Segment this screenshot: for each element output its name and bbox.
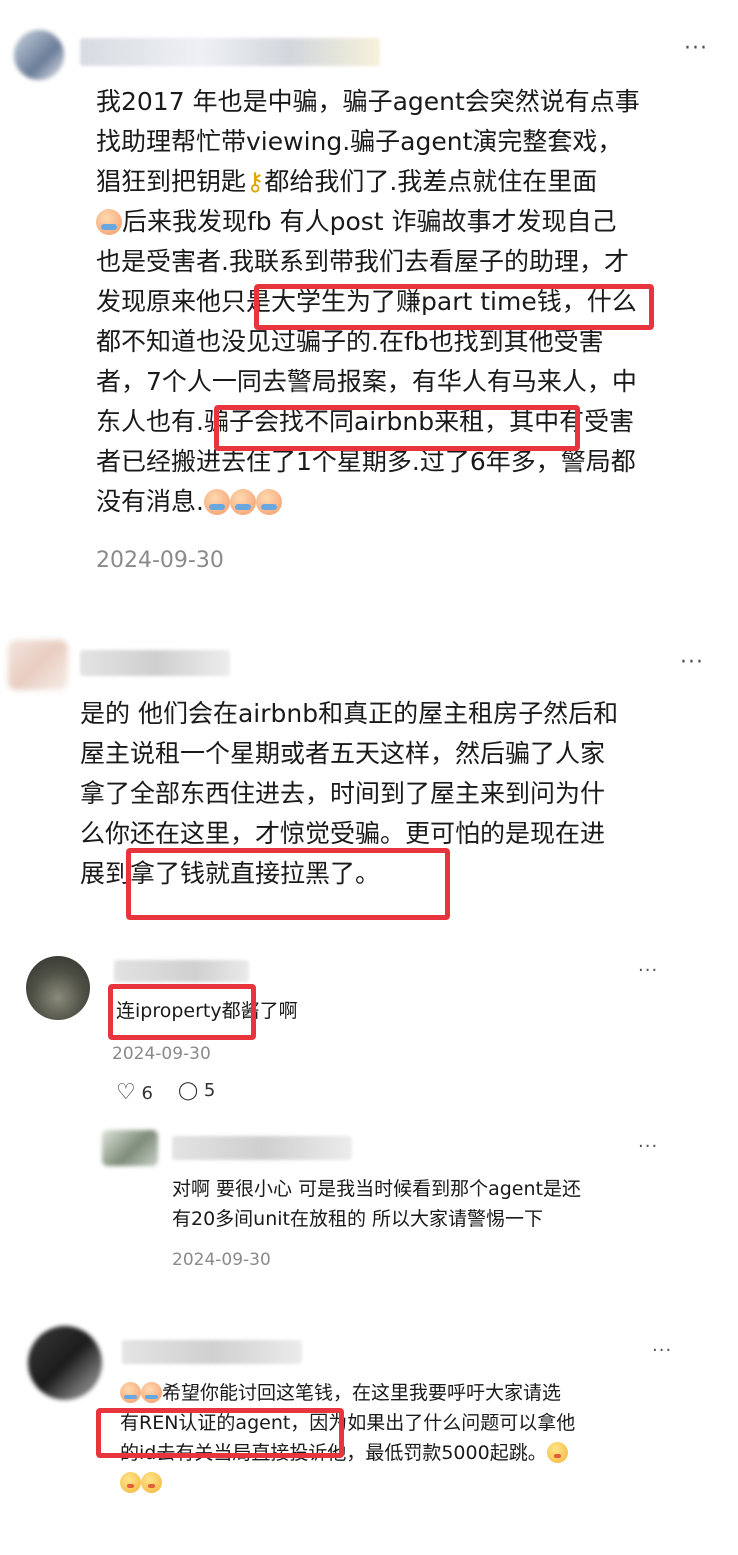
username-blurred[interactable]: [80, 38, 380, 66]
comment-bubble-icon: ◯: [178, 1080, 199, 1101]
like-button[interactable]: ♡ 6: [116, 1080, 153, 1105]
shocked-face-emoji-icon: [546, 1442, 568, 1463]
reply-date: 2024-09-30: [112, 1044, 211, 1064]
key-emoji-icon: ⚷: [246, 167, 265, 196]
more-options-button[interactable]: ···: [680, 650, 704, 675]
more-options-button[interactable]: ···: [652, 1340, 672, 1361]
highlight-box: [126, 848, 450, 920]
crying-face-emoji-icon: [229, 489, 256, 515]
more-options-button[interactable]: ···: [638, 960, 658, 981]
reply-line: 对啊 要很小心 可是我当时候看到那个agent是还: [172, 1178, 581, 1200]
reply-line: 希望你能讨回这笔钱，在这里我要呼吁大家请选: [120, 1378, 680, 1408]
comment-line-segment: 都给我们了.我差点就住在里面: [264, 167, 598, 196]
reply-date: 2024-09-30: [172, 1250, 271, 1270]
like-count: 6: [141, 1083, 153, 1104]
comment-line: 拿了全部东西住进去，时间到了屋主来到问为什: [80, 779, 606, 808]
avatar[interactable]: [28, 1326, 102, 1400]
reply-body: 对啊 要很小心 可是我当时候看到那个agent是还 有20多间unit在放租的 …: [172, 1174, 692, 1234]
more-options-button[interactable]: ···: [638, 1136, 658, 1157]
crying-face-emoji-icon: [255, 489, 282, 515]
username-blurred[interactable]: [122, 1340, 302, 1364]
reply-line: [120, 1468, 680, 1498]
reply-line-segment: 希望你能讨回这笔钱，在这里我要呼吁大家请选: [162, 1382, 562, 1404]
username-blurred[interactable]: [114, 960, 249, 982]
username-blurred[interactable]: [80, 650, 230, 676]
avatar[interactable]: [14, 30, 64, 80]
highlight-box: [214, 405, 580, 451]
sad-face-emoji-icon: [120, 1382, 141, 1403]
comment-line: 后来我发现fb 有人post 诈骗故事才发现自己: [96, 202, 726, 242]
reply-count: 5: [203, 1080, 216, 1101]
comment-line: 找助理帮忙带viewing.骗子agent演完整套戏，: [96, 127, 623, 156]
comment-line-segment: 后来我发现fb 有人post 诈骗故事才发现自己: [122, 207, 617, 236]
avatar[interactable]: [26, 956, 90, 1020]
highlight-box: [96, 1408, 344, 1458]
comment-line: 没有消息.: [96, 482, 726, 522]
comment-line: 屋主说租一个星期或者五天这样，然后骗了人家: [80, 739, 606, 768]
comment-line: 者，7个人一同去警局报案，有华人有马来人，中: [96, 367, 637, 396]
comment-line: 也是受害者.我联系到带我们去看屋子的助理，才: [96, 247, 629, 276]
shocked-face-emoji-icon: [141, 1472, 162, 1493]
comment-line: 是的 他们会在airbnb和真正的屋主租房子然后和: [80, 699, 619, 728]
crying-face-emoji-icon: [96, 209, 122, 235]
comment-line: 猖狂到把钥匙⚷都给我们了.我差点就住在里面: [96, 162, 726, 202]
username-blurred[interactable]: [172, 1136, 352, 1160]
crying-face-emoji-icon: [203, 489, 230, 515]
shocked-face-emoji-icon: [120, 1472, 141, 1493]
reply-line: 有20多间unit在放租的 所以大家请警惕一下: [172, 1208, 544, 1230]
avatar[interactable]: [102, 1130, 158, 1166]
sad-face-emoji-icon: [141, 1382, 162, 1403]
comment-line-segment: 没有消息.: [96, 487, 204, 516]
highlight-box: [108, 984, 256, 1040]
comment-line: 我2017 年也是中骗，骗子agent会突然说有点事: [96, 87, 640, 116]
avatar[interactable]: [8, 640, 68, 690]
reply-count-button[interactable]: ◯ 5: [178, 1080, 215, 1101]
comment-date: 2024-09-30: [96, 548, 224, 573]
highlight-box: [254, 284, 654, 330]
heart-icon: ♡: [116, 1080, 136, 1105]
more-options-button[interactable]: ···: [684, 36, 708, 61]
comment-line-segment: 猖狂到把钥匙: [96, 167, 247, 196]
